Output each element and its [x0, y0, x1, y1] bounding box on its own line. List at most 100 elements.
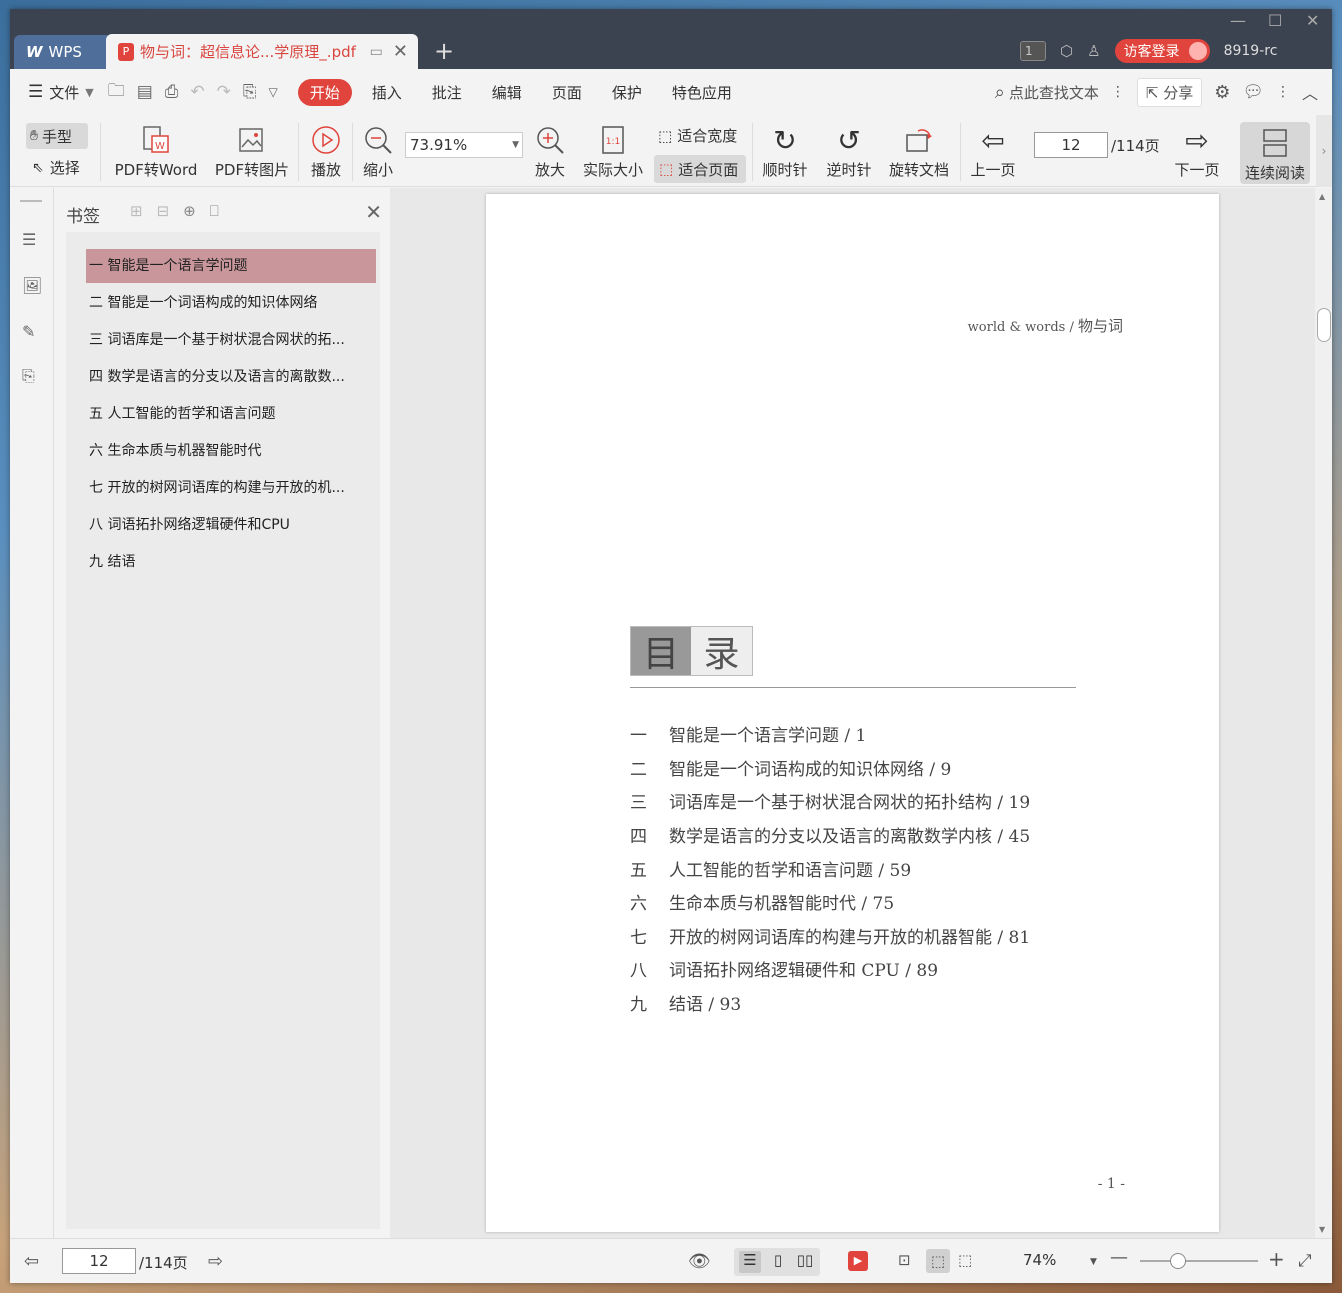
- bookmark-item[interactable]: 九 结语: [86, 545, 376, 579]
- fit-page-status-icon[interactable]: ⬚: [926, 1249, 950, 1273]
- rotate-counterclockwise-button[interactable]: ↺ 逆时针: [824, 121, 874, 180]
- rotate-clockwise-button[interactable]: ↻ 顺时针: [760, 121, 810, 180]
- actual-size-status-icon[interactable]: ⊡: [898, 1251, 911, 1269]
- scroll-up-icon[interactable]: ▲: [1319, 192, 1325, 201]
- menu-tab-annotate[interactable]: 批注: [432, 82, 462, 103]
- status-prev-page-icon[interactable]: ⇦: [24, 1251, 39, 1272]
- status-page-input[interactable]: 12: [62, 1248, 136, 1274]
- arrow-right-icon: ⇨: [1185, 123, 1209, 157]
- collapse-ribbon-icon[interactable]: ︿: [1302, 80, 1318, 104]
- zoom-slider-thumb[interactable]: [1169, 1253, 1186, 1269]
- new-tab-button[interactable]: +: [434, 37, 454, 65]
- print-icon[interactable]: ⎙: [165, 82, 179, 102]
- bookmark-item[interactable]: 四 数学是语言的分支以及语言的离散数...: [86, 360, 376, 394]
- undo-icon[interactable]: ↶: [190, 82, 204, 102]
- more-vertical-icon[interactable]: ⋮: [1276, 84, 1290, 100]
- hand-tool-button[interactable]: ✋︎ 手型: [26, 123, 88, 149]
- fit-page-button[interactable]: ⬚ 适合页面: [654, 155, 746, 183]
- close-panel-icon[interactable]: ✕: [365, 200, 382, 224]
- maximize-icon[interactable]: ☐: [1268, 11, 1282, 30]
- actual-size-button[interactable]: 1:1 实际大小: [580, 121, 646, 180]
- shirt-icon[interactable]: ♙: [1087, 42, 1100, 60]
- status-page-total: /114页: [139, 1254, 188, 1272]
- search-icon[interactable]: ⌕: [995, 82, 1005, 103]
- redo-icon[interactable]: ↷: [217, 82, 231, 102]
- zoom-minus-icon[interactable]: —: [1110, 1247, 1128, 1268]
- close-window-icon[interactable]: ✕: [1306, 11, 1319, 30]
- bookmark-item[interactable]: 八 词语拓扑网络逻辑硬件和CPU: [86, 508, 376, 542]
- zoom-select[interactable]: 73.91% ▼: [405, 132, 523, 158]
- annotation-pen-icon[interactable]: ✎: [22, 322, 42, 342]
- actual-size-label: 实际大小: [582, 161, 643, 179]
- rotate-document-button[interactable]: 旋转文档: [886, 121, 952, 180]
- search-text-button[interactable]: 点此查找文本: [1009, 82, 1099, 103]
- two-page-view-icon[interactable]: ▯▯: [794, 1251, 816, 1273]
- eye-protection-icon[interactable]: 👁︎: [688, 1251, 711, 1272]
- bookmark-item[interactable]: 三 词语库是一个基于树状混合网状的拓...: [86, 323, 376, 357]
- zoom-in-button[interactable]: 放大: [532, 121, 568, 180]
- window-count-badge[interactable]: 1: [1020, 41, 1046, 61]
- save-icon[interactable]: ▤: [137, 82, 153, 102]
- screen-icon[interactable]: ▭: [370, 44, 383, 60]
- gear-icon[interactable]: ⚙: [1214, 82, 1230, 103]
- next-page-button[interactable]: ⇨ 下一页: [1172, 121, 1222, 180]
- tab-close-icon[interactable]: ✕: [393, 41, 408, 62]
- prev-page-button[interactable]: ⇦ 上一页: [968, 121, 1018, 180]
- continuous-reading-button[interactable]: 连续阅读: [1240, 122, 1310, 184]
- ribbon-scroll-right[interactable]: ›: [1316, 115, 1332, 187]
- vertical-scrollbar[interactable]: ▲ ▼: [1315, 188, 1332, 1238]
- menu-tab-insert[interactable]: 插入: [372, 82, 402, 103]
- tab-document[interactable]: P 物与词：超信息论...学原理_.pdf ▭ ✕: [106, 34, 418, 69]
- scroll-down-icon[interactable]: ▼: [1319, 1225, 1325, 1234]
- file-menu[interactable]: ☰ 文件 ▼: [28, 82, 94, 103]
- expand-all-icon[interactable]: ⊞: [130, 202, 143, 220]
- bookmark-icon[interactable]: ⎕: [210, 202, 219, 220]
- outline-list-icon[interactable]: ☰: [22, 230, 42, 250]
- play-button[interactable]: 播放: [308, 121, 344, 180]
- comment-icon[interactable]: 💬︎: [1242, 82, 1264, 102]
- menu-tab-protect[interactable]: 保护: [612, 82, 642, 103]
- fullscreen-icon[interactable]: ⤢: [1298, 1251, 1312, 1271]
- continuous-view-icon[interactable]: ☰: [739, 1251, 761, 1273]
- thumbnail-image-icon[interactable]: 🖼︎: [22, 276, 42, 296]
- bookmark-item[interactable]: 一 智能是一个语言学问题: [86, 249, 376, 283]
- zoom-out-button[interactable]: 缩小: [360, 121, 396, 180]
- zoom-dropdown-icon[interactable]: ▼: [1090, 1257, 1097, 1267]
- tab-wps-home[interactable]: W WPS: [14, 35, 112, 69]
- select-tool-button[interactable]: ⇖ 选择: [32, 157, 80, 178]
- zoom-slider-track[interactable]: [1140, 1260, 1258, 1262]
- bookmark-export-icon[interactable]: ⎘: [22, 366, 42, 386]
- zoom-in-label: 放大: [534, 161, 565, 179]
- status-zoom-value[interactable]: 74%: [1023, 1251, 1056, 1269]
- open-folder-icon[interactable]: 🗀: [108, 78, 125, 107]
- export-icon[interactable]: ⎘: [243, 82, 257, 102]
- quick-access-more-icon[interactable]: ▽: [269, 85, 278, 99]
- zoom-plus-icon[interactable]: +: [1268, 1247, 1285, 1271]
- bookmark-item[interactable]: 二 智能是一个词语构成的知识体网络: [86, 286, 376, 320]
- bookmark-item[interactable]: 七 开放的树网词语库的构建与开放的机...: [86, 471, 376, 505]
- document-view[interactable]: world & words / 物与词 目 录 一智能是一个语言学问题 / 1 …: [390, 188, 1315, 1238]
- guest-login-button[interactable]: 访客登录: [1114, 39, 1210, 63]
- shield-icon[interactable]: ⬡: [1060, 42, 1073, 60]
- page-number-input[interactable]: 12: [1034, 132, 1108, 158]
- play-slideshow-icon[interactable]: ▶: [848, 1251, 868, 1271]
- scrollbar-thumb[interactable]: [1317, 308, 1331, 342]
- share-button[interactable]: ⇱ 分享: [1136, 77, 1203, 107]
- single-page-view-icon[interactable]: ▯: [767, 1251, 789, 1273]
- pdf-to-word-button[interactable]: W PDF转Word: [114, 121, 198, 180]
- menu-tab-edit[interactable]: 编辑: [492, 82, 522, 103]
- menu-tab-page[interactable]: 页面: [552, 82, 582, 103]
- add-bookmark-icon[interactable]: ⊕: [183, 202, 196, 220]
- fit-width-button[interactable]: ⬚ 适合宽度: [658, 125, 737, 146]
- more-options-icon[interactable]: ⋮: [1111, 84, 1125, 100]
- status-next-page-icon[interactable]: ⇨: [208, 1251, 223, 1272]
- toc-entry: 二 智能是一个词语构成的知识体网络 / 9: [630, 755, 1110, 780]
- bookmark-item[interactable]: 六 生命本质与机器智能时代: [86, 434, 376, 468]
- bookmark-item[interactable]: 五 人工智能的哲学和语言问题: [86, 397, 376, 431]
- fit-width-status-icon[interactable]: ⬚: [958, 1251, 972, 1269]
- pdf-to-image-button[interactable]: PDF转图片: [214, 121, 290, 180]
- menu-tab-start[interactable]: 开始: [297, 78, 352, 106]
- collapse-all-icon[interactable]: ⊟: [157, 202, 170, 220]
- menu-tab-special[interactable]: 特色应用: [672, 82, 732, 103]
- minimize-icon[interactable]: —: [1230, 11, 1246, 30]
